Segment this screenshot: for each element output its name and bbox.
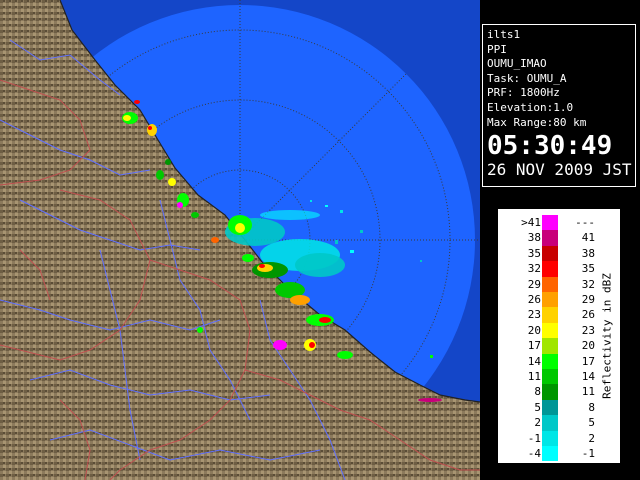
legend-high-value: 11 <box>581 385 595 399</box>
legend-row: -1 2 <box>499 430 599 446</box>
legend-color-swatch <box>542 369 558 385</box>
legend-color-swatch <box>542 292 558 308</box>
legend-row: 20 23 <box>499 322 599 339</box>
legend-high-value: 41 <box>581 231 595 245</box>
legend-high-value: 20 <box>581 339 595 353</box>
legend-low-value: 29 <box>527 277 541 291</box>
legend-row: 35 38 <box>499 245 599 262</box>
legend-low-value: 5 <box>534 400 541 414</box>
legend-color-swatch <box>542 276 558 292</box>
legend-color-swatch <box>542 215 558 231</box>
legend-color-swatch <box>542 399 558 416</box>
legend-high-value: 2 <box>588 431 595 445</box>
legend-color-swatch <box>542 230 558 246</box>
legend-row: 58 <box>499 399 599 416</box>
legend-row: 25 <box>499 415 599 431</box>
legend-low-value: -4 <box>527 447 541 460</box>
max-range-label: Max Range:80 km <box>487 115 587 129</box>
legend-low-value: 20 <box>527 323 541 337</box>
legend-row: 17 20 <box>499 338 599 354</box>
legend-row: >41 --- <box>499 215 599 231</box>
legend-high-value: 23 <box>581 323 595 337</box>
legend-color-swatch <box>542 430 558 446</box>
radar-ppi-map <box>0 0 480 480</box>
legend-low-value: 2 <box>534 416 541 430</box>
task-label: Task: OUMU_A <box>487 71 567 85</box>
info-sidebar: ilts1 PPI OUMU_IMAO Task: OUMU_A PRF: 18… <box>480 0 640 480</box>
elevation-label: Elevation:1.0 <box>487 100 574 114</box>
legend-row: 14 17 <box>499 353 599 369</box>
legend-low-value: 35 <box>527 246 541 260</box>
legend-row: 26 29 <box>499 292 599 308</box>
legend-color-swatch <box>542 245 558 262</box>
legend-color-swatch <box>542 446 558 462</box>
legend-row: 32 35 <box>499 261 599 277</box>
legend-color-swatch <box>542 415 558 431</box>
legend-low-value: 23 <box>527 308 541 322</box>
reflectivity-legend: >41 --- 38 41 35 38 32 35 29 32 26 29 23 26 20 23 17 20 14… <box>498 209 620 463</box>
legend-row: 8 11 <box>499 384 599 400</box>
legend-high-value: 8 <box>588 400 595 414</box>
legend-color-swatch <box>542 261 558 277</box>
product-label: PPI <box>487 42 507 56</box>
legend-low-value: -1 <box>527 431 541 445</box>
legend-low-value: 14 <box>527 354 541 368</box>
scan-info-panel: ilts1 PPI OUMU_IMAO Task: OUMU_A PRF: 18… <box>482 24 636 187</box>
legend-low-value: 38 <box>527 231 541 245</box>
scan-date: 26 NOV 2009 JST <box>487 160 632 180</box>
legend-high-value: 17 <box>581 354 595 368</box>
legend-high-value: 38 <box>581 246 595 260</box>
legend-row: 38 41 <box>499 230 599 246</box>
legend-axis-label: Reflectivity in dBZ <box>595 218 619 454</box>
legend-high-value: 32 <box>581 277 595 291</box>
legend-high-value: 26 <box>581 308 595 322</box>
station-label: OUMU_IMAO <box>487 57 547 71</box>
legend-color-swatch <box>542 384 558 400</box>
legend-low-value: 11 <box>527 370 541 383</box>
legend-color-swatch <box>542 307 558 323</box>
legend-color-swatch <box>542 338 558 354</box>
legend-low-value: 17 <box>527 339 541 353</box>
legend-row: 29 32 <box>499 276 599 292</box>
legend-low-value: >41 <box>521 216 541 229</box>
legend-high-value: 5 <box>588 416 595 430</box>
legend-high-value: -1 <box>581 447 595 460</box>
legend-low-value: 8 <box>534 385 541 399</box>
site-label: ilts1 <box>487 28 521 41</box>
legend-high-value: 29 <box>581 293 595 306</box>
legend-color-swatch <box>542 353 558 369</box>
legend-high-value: 35 <box>581 262 595 276</box>
legend-low-value: 26 <box>527 293 541 306</box>
legend-high-value: --- <box>575 216 595 229</box>
legend-row: -4 -1 <box>499 446 599 462</box>
scan-time: 05:30:49 <box>487 131 613 162</box>
legend-title: Reflectivity in dBZ <box>600 273 614 399</box>
legend-low-value: 32 <box>527 262 541 276</box>
legend-row: 11 14 <box>499 369 599 385</box>
legend-row: 23 26 <box>499 307 599 323</box>
legend-high-value: 14 <box>581 370 595 383</box>
prf-label: PRF: 1800Hz <box>487 86 560 100</box>
legend-color-swatch <box>542 322 558 339</box>
